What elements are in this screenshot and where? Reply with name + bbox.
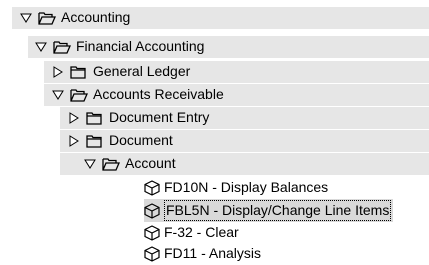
triangle-right-icon[interactable] <box>52 65 64 78</box>
transaction-label: FD11 - Analysis <box>164 245 261 261</box>
tree-node-label: Accounts Receivable <box>93 86 224 102</box>
transaction-item[interactable]: FD10N - Display Balances <box>0 176 429 199</box>
menu-tree: Accounting Financial Accounting General … <box>0 0 429 264</box>
transaction-cube-icon <box>144 245 160 262</box>
tree-node-financial-accounting[interactable]: Financial Accounting <box>0 35 429 58</box>
transaction-item-selected[interactable]: FBL5N - Display/Change Line Items <box>0 199 429 222</box>
tree-node-label: Accounting <box>61 9 131 25</box>
tree-node-general-ledger[interactable]: General Ledger <box>0 60 429 83</box>
tree-node-accounting[interactable]: Accounting <box>0 6 429 29</box>
closed-folder-icon <box>86 134 102 148</box>
triangle-right-icon[interactable] <box>68 111 80 124</box>
tree-node-label: Document <box>109 132 173 148</box>
transaction-cube-icon <box>144 224 160 241</box>
transaction-label: F-32 - Clear <box>164 224 239 240</box>
triangle-down-icon[interactable] <box>52 89 64 101</box>
tree-node-label: Document Entry <box>109 109 210 125</box>
triangle-down-icon[interactable] <box>84 158 96 170</box>
transaction-item[interactable]: FD11 - Analysis <box>0 242 429 265</box>
tree-node-document-entry[interactable]: Document Entry <box>0 106 429 129</box>
transaction-label: FBL5N - Display/Change Line Items <box>164 200 392 221</box>
open-folder-icon <box>102 157 120 171</box>
triangle-down-icon[interactable] <box>35 41 47 53</box>
tree-node-account[interactable]: Account <box>0 152 429 175</box>
open-folder-icon <box>53 40 71 54</box>
transaction-item[interactable]: F-32 - Clear <box>0 221 429 244</box>
open-folder-icon <box>70 88 88 102</box>
closed-folder-icon <box>86 111 102 125</box>
transaction-cube-icon <box>144 179 160 196</box>
triangle-right-icon[interactable] <box>68 134 80 147</box>
triangle-down-icon[interactable] <box>20 12 32 24</box>
transaction-label: FD10N - Display Balances <box>164 179 329 195</box>
transaction-cube-icon <box>144 202 160 219</box>
tree-node-accounts-receivable[interactable]: Accounts Receivable <box>0 83 429 106</box>
tree-node-label: Account <box>125 155 176 171</box>
tree-node-label: Financial Accounting <box>76 38 205 54</box>
tree-node-document[interactable]: Document <box>0 129 429 152</box>
open-folder-icon <box>38 11 56 25</box>
tree-node-label: General Ledger <box>93 63 191 79</box>
closed-folder-icon <box>70 65 86 79</box>
